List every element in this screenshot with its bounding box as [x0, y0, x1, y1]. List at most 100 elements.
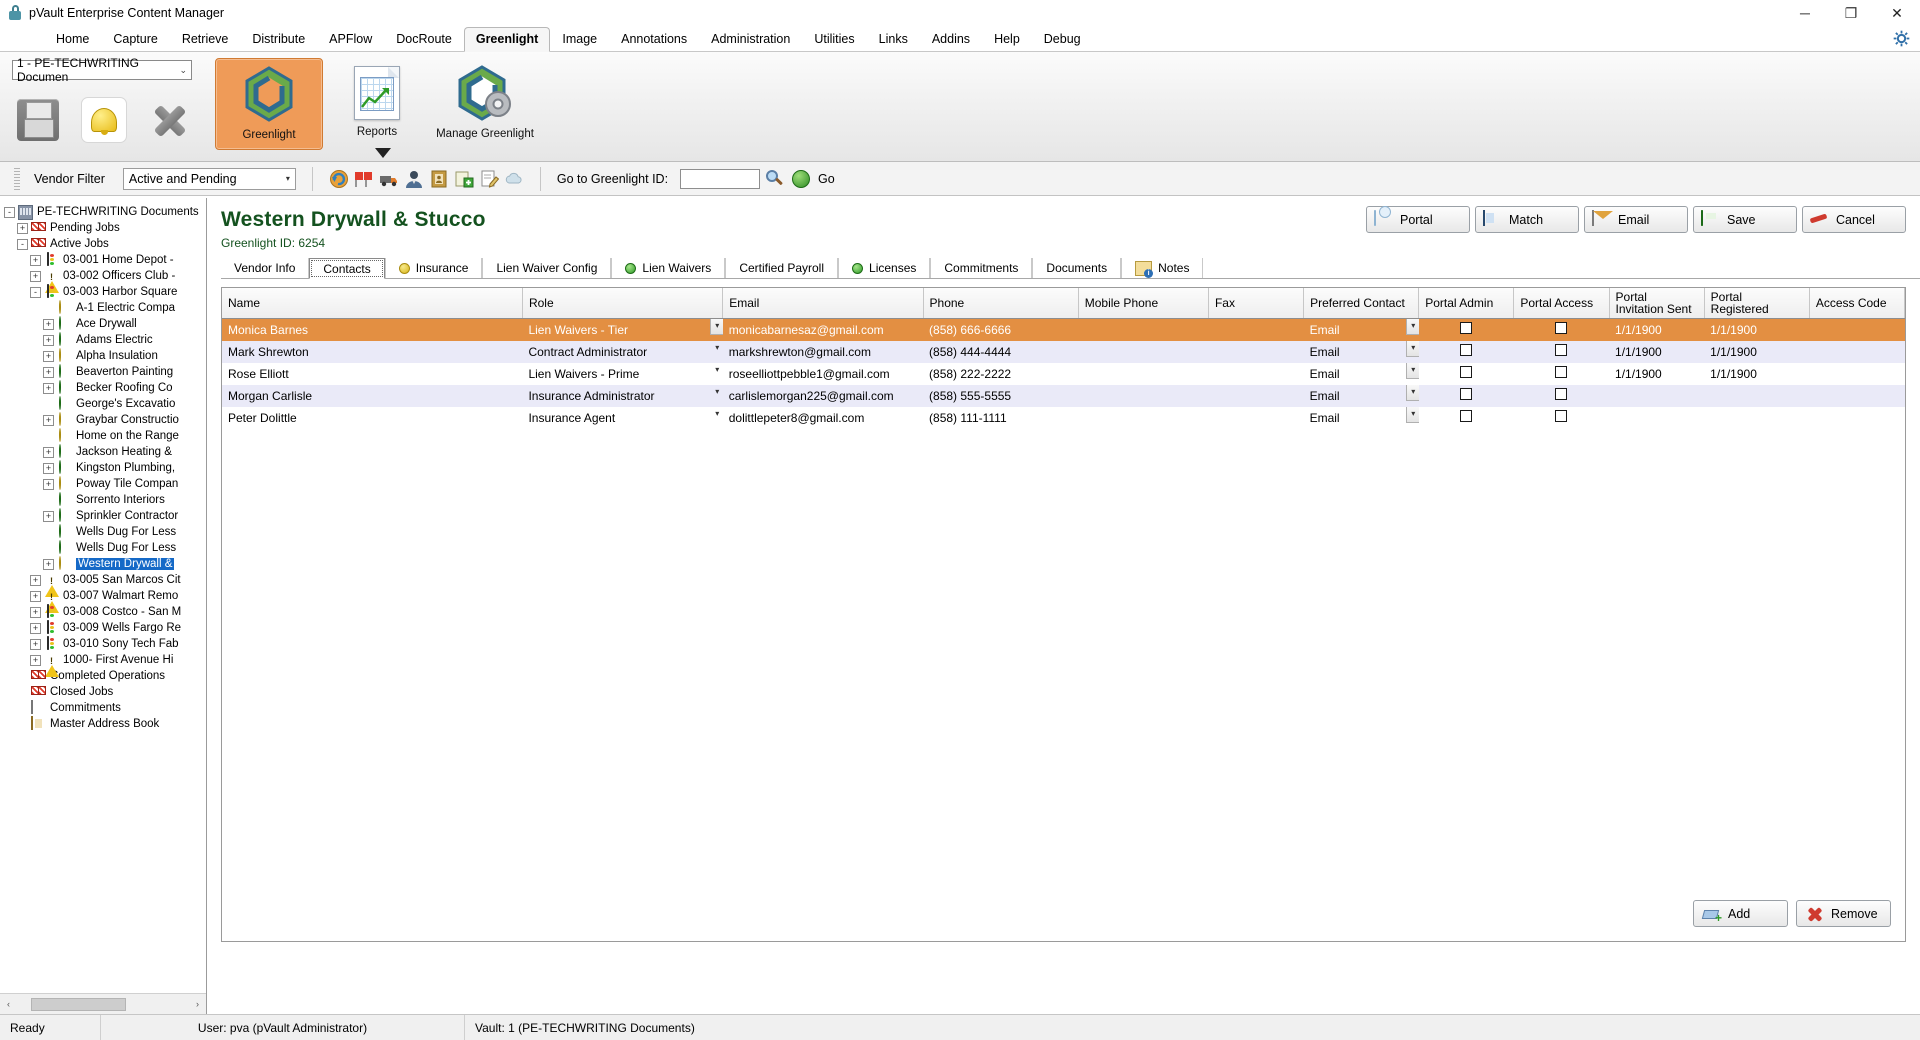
contact-email-cell[interactable]: carlislemorgan225@gmail.com [722, 384, 924, 407]
preferred-contact-dropdown-button[interactable]: ▾ [1405, 340, 1419, 357]
portal-access-checkbox[interactable] [1555, 388, 1568, 400]
portal-access-cell[interactable] [1513, 362, 1610, 385]
menu-item-links[interactable]: Links [867, 27, 920, 51]
contact-phone-cell[interactable]: (858) 555-5555 [923, 384, 1079, 407]
portal-registered-cell[interactable] [1704, 384, 1810, 407]
contact-email-cell[interactable]: monicabarnesaz@gmail.com [722, 318, 924, 341]
tab-vendor-info[interactable]: Vendor Info [221, 258, 310, 278]
tree-node[interactable]: + Pending Jobs [0, 220, 206, 236]
menu-item-addins[interactable]: Addins [920, 27, 982, 51]
portal-access-checkbox[interactable] [1555, 410, 1568, 422]
cloud-icon[interactable] [504, 169, 524, 189]
ribbon-group-greenlight[interactable]: Greenlight [215, 58, 323, 150]
add-button[interactable]: Add [1693, 900, 1788, 927]
contact-fax-cell[interactable] [1208, 384, 1304, 407]
tree-node[interactable]: Closed Jobs [0, 684, 206, 700]
table-row[interactable]: Peter Dolittle Insurance Agent ▾ dolittlepe… [222, 406, 1905, 429]
tree-node[interactable]: Home on the Range [0, 427, 206, 444]
ribbon-group-reports[interactable]: Reports [323, 58, 431, 138]
column-header[interactable]: Preferred Contact [1303, 288, 1420, 319]
tree-node[interactable]: George's Excavatio [0, 395, 206, 412]
tree-expander[interactable]: + [30, 654, 41, 666]
contact-mobile-cell[interactable] [1078, 318, 1209, 341]
tree-node[interactable]: +03-008 Costco - San M [0, 603, 206, 620]
tree-node[interactable]: Wells Dug For Less [0, 523, 206, 540]
menu-item-utilities[interactable]: Utilities [802, 27, 866, 51]
menu-item-help[interactable]: Help [982, 27, 1032, 51]
tree-expander[interactable]: + [30, 606, 41, 618]
portal-admin-cell[interactable] [1418, 318, 1514, 341]
portal-admin-cell[interactable] [1418, 406, 1514, 429]
tree-expander[interactable]: + [43, 558, 54, 570]
portal-access-cell[interactable] [1513, 318, 1610, 341]
preferred-contact-dropdown-button[interactable]: ▾ [1405, 318, 1419, 335]
menu-item-docroute[interactable]: DocRoute [384, 27, 464, 51]
contact-email-cell[interactable]: dolittlepeter8@gmail.com [722, 406, 924, 429]
preferred-contact-cell[interactable]: Email ▾ [1303, 340, 1419, 363]
preferred-contact-cell[interactable]: Email ▾ [1303, 318, 1419, 341]
contact-mobile-cell[interactable] [1078, 362, 1209, 385]
contact-phone-cell[interactable]: (858) 666-6666 [923, 318, 1079, 341]
tree-expander[interactable]: + [43, 318, 54, 330]
column-header[interactable]: Portal Registered [1704, 288, 1810, 319]
tree-expander[interactable]: + [43, 510, 54, 522]
tree-node[interactable]: + Sprinkler Contractor [0, 507, 206, 524]
tree-node[interactable]: Master Address Book [0, 715, 206, 732]
portal-access-cell[interactable] [1513, 406, 1610, 429]
table-row[interactable]: Mark Shrewton Contract Administrator ▾ mark… [222, 340, 1905, 363]
portal-invitation-sent-cell[interactable]: 1/1/1900 [1609, 340, 1705, 363]
contact-person-icon[interactable] [404, 169, 424, 189]
tree-expander[interactable]: + [43, 382, 54, 394]
contact-name-cell[interactable]: Peter Dolittle [222, 406, 523, 429]
portal-admin-checkbox[interactable] [1460, 322, 1473, 335]
tree-expander[interactable]: + [43, 334, 54, 346]
preferred-contact-cell[interactable]: Email ▾ [1303, 406, 1419, 429]
remove-button[interactable]: Remove [1796, 900, 1891, 927]
contact-phone-cell[interactable]: (858) 111-1111 [923, 406, 1079, 429]
tree-node[interactable]: + Ace Drywall [0, 315, 206, 332]
scroll-track[interactable] [17, 994, 189, 1014]
tab-licenses[interactable]: Licenses [838, 258, 931, 278]
portal-invitation-sent-cell[interactable] [1609, 406, 1705, 429]
tree-expander[interactable]: + [43, 414, 54, 426]
tree-node[interactable]: - PE-TECHWRITING Documents [0, 204, 206, 220]
navigation-tree[interactable]: - PE-TECHWRITING Documents + Pending Jobs - A… [0, 198, 206, 992]
tree-expander[interactable]: + [43, 478, 54, 490]
tree-node[interactable]: +03-009 Wells Fargo Re [0, 619, 206, 636]
table-row[interactable]: Monica Barnes Lien Waivers - Tier ▾ monicab… [222, 318, 1905, 341]
maximize-button[interactable]: ❐ [1828, 0, 1874, 26]
portal-invitation-sent-cell[interactable] [1609, 384, 1705, 407]
menu-item-capture[interactable]: Capture [101, 27, 169, 51]
tab-certified-payroll[interactable]: Certified Payroll [725, 258, 839, 278]
tree-expander[interactable]: + [30, 622, 41, 634]
portal-access-checkbox[interactable] [1555, 366, 1568, 378]
portal-admin-checkbox[interactable] [1460, 388, 1473, 400]
contact-email-cell[interactable]: markshrewton@gmail.com [722, 340, 924, 363]
portal-access-cell[interactable] [1513, 340, 1610, 363]
scroll-thumb[interactable] [31, 997, 126, 1011]
tree-expander[interactable]: + [30, 590, 41, 602]
contact-fax-cell[interactable] [1208, 362, 1304, 385]
tree-node[interactable]: + Poway Tile Compan [0, 475, 206, 492]
contact-mobile-cell[interactable] [1078, 340, 1209, 363]
tree-expander[interactable]: - [4, 206, 15, 218]
vendor-filter-select[interactable]: Active and Pending ▾ [122, 167, 296, 190]
portal-admin-cell[interactable] [1418, 362, 1514, 385]
contact-mobile-cell[interactable] [1078, 384, 1209, 407]
toolbar-gripper[interactable] [14, 167, 20, 190]
role-dropdown-button[interactable]: ▾ [710, 341, 723, 357]
portal-registered-cell[interactable]: 1/1/1900 [1704, 340, 1810, 363]
column-header[interactable]: Fax [1208, 288, 1305, 319]
contact-name-cell[interactable]: Rose Elliott [222, 362, 523, 385]
portal-invitation-sent-cell[interactable]: 1/1/1900 [1609, 362, 1705, 385]
reports-dropdown-arrow-icon[interactable] [375, 148, 391, 158]
column-header[interactable]: Portal Access [1513, 288, 1610, 319]
contact-role-cell[interactable]: Insurance Administrator ▾ [522, 384, 723, 407]
tab-lien-waiver-config[interactable]: Lien Waiver Config [482, 258, 612, 278]
refresh-vendor-icon[interactable] [329, 169, 349, 189]
role-dropdown-button[interactable]: ▾ [710, 363, 723, 379]
contact-mobile-cell[interactable] [1078, 406, 1209, 429]
tab-commitments[interactable]: Commitments [930, 258, 1033, 278]
tree-node[interactable]: +03-001 Home Depot - [0, 251, 206, 268]
tree-node[interactable]: + Kingston Plumbing, [0, 459, 206, 476]
